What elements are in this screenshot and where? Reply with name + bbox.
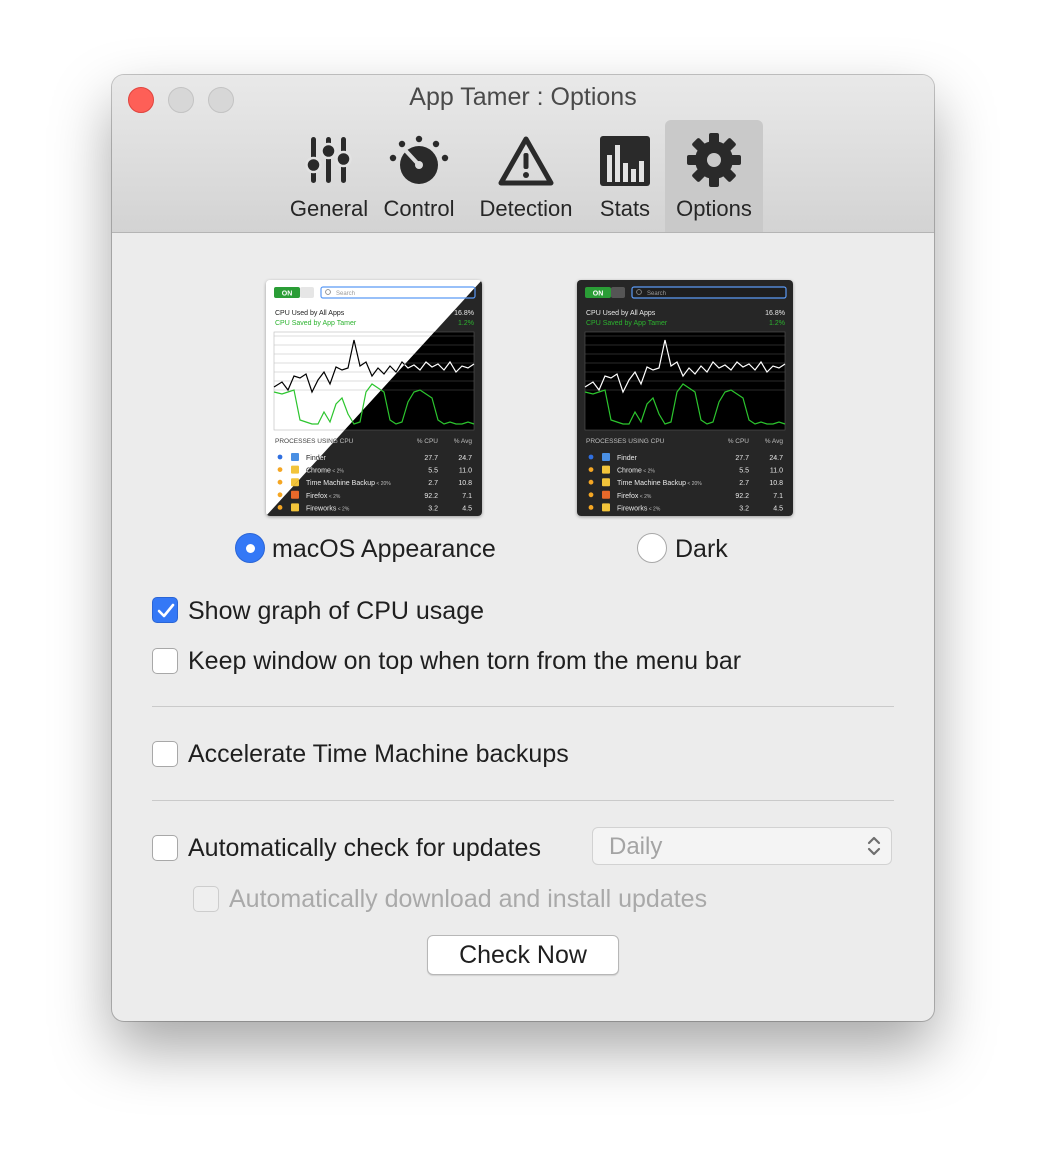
svg-text:Chrome < 2%: Chrome < 2%: [306, 468, 344, 475]
gear-icon: [687, 133, 741, 187]
svg-text:5.5: 5.5: [428, 468, 438, 475]
tab-stats[interactable]: Stats: [590, 121, 660, 231]
auto-download-label: Automatically download and install updat…: [229, 885, 708, 913]
svg-text:Search: Search: [336, 291, 355, 297]
svg-text:PROCESSES USING CPU: PROCESSES USING CPU: [586, 438, 665, 445]
svg-text:10.8: 10.8: [769, 480, 783, 487]
svg-text:4.5: 4.5: [773, 505, 783, 512]
svg-text:24.7: 24.7: [769, 455, 783, 462]
svg-text:% CPU: % CPU: [728, 438, 750, 445]
preview-macos-appearance[interactable]: ON Search CPU Used by All Apps 16.8% CPU…: [266, 280, 482, 516]
svg-text:1.2%: 1.2%: [458, 320, 474, 327]
svg-text:4.5: 4.5: [462, 505, 472, 512]
check-now-button[interactable]: Check Now: [427, 935, 619, 975]
preview-dark-image: ON Search CPU Used by All Apps 16.8% CPU…: [577, 280, 793, 516]
svg-text:CPU Used by All Apps: CPU Used by All Apps: [275, 310, 345, 317]
radio-dark-label[interactable]: Dark: [675, 535, 728, 564]
show-graph-label[interactable]: Show graph of CPU usage: [188, 597, 484, 626]
radio-dark[interactable]: [637, 533, 667, 563]
chevron-updown-icon: [867, 836, 881, 856]
svg-text:2.7: 2.7: [739, 480, 749, 487]
svg-text:1.2%: 1.2%: [769, 320, 785, 327]
svg-text:% Avg: % Avg: [454, 438, 473, 445]
svg-text:3.2: 3.2: [428, 505, 438, 512]
tab-control-label: Control: [383, 196, 455, 221]
svg-text:10.8: 10.8: [458, 480, 472, 487]
svg-text:92.2: 92.2: [735, 493, 749, 500]
tab-general-label: General: [289, 196, 369, 221]
tab-stats-label: Stats: [599, 196, 651, 221]
checkmark-icon: [157, 603, 175, 618]
svg-text:Fireworks < 2%: Fireworks < 2%: [306, 505, 350, 512]
preview-macos-image: ON Search CPU Used by All Apps 16.8% CPU…: [266, 280, 482, 516]
svg-text:27.7: 27.7: [424, 455, 438, 462]
gauge-icon: [389, 135, 449, 184]
svg-text:CPU Used by All Apps: CPU Used by All Apps: [586, 310, 656, 317]
svg-text:Finder: Finder: [617, 455, 638, 462]
svg-text:92.2: 92.2: [424, 493, 438, 500]
svg-text:11.0: 11.0: [770, 468, 783, 475]
auto-download-checkbox[interactable]: [193, 886, 219, 912]
svg-text:16.8%: 16.8%: [454, 310, 474, 317]
svg-text:24.7: 24.7: [458, 455, 472, 462]
accelerate-tm-checkbox[interactable]: [152, 741, 178, 767]
update-frequency-value: Daily: [609, 833, 663, 860]
svg-text:Time Machine Backup < 20%: Time Machine Backup < 20%: [306, 480, 391, 487]
svg-text:Firefox < 2%: Firefox < 2%: [306, 493, 341, 500]
tab-detection[interactable]: Detection: [470, 121, 582, 231]
svg-text:5.5: 5.5: [739, 468, 749, 475]
radio-macos-appearance-label[interactable]: macOS Appearance: [272, 535, 496, 564]
warning-icon: [498, 136, 554, 186]
svg-text:Fireworks < 2%: Fireworks < 2%: [617, 505, 661, 512]
svg-text:Chrome < 2%: Chrome < 2%: [617, 468, 655, 475]
keep-on-top-checkbox[interactable]: [152, 648, 178, 674]
svg-text:3.2: 3.2: [739, 505, 749, 512]
keep-on-top-label[interactable]: Keep window on top when torn from the me…: [188, 647, 741, 676]
sliders-icon: [305, 137, 352, 183]
svg-text:ON: ON: [282, 291, 293, 298]
svg-text:CPU Saved by App Tamer: CPU Saved by App Tamer: [586, 320, 668, 327]
auto-check-label[interactable]: Automatically check for updates: [188, 834, 541, 863]
title-bar: App Tamer : Options General Control Dete…: [112, 75, 934, 233]
svg-text:% CPU: % CPU: [417, 438, 439, 445]
tab-options[interactable]: Options: [665, 120, 763, 232]
svg-text:2.7: 2.7: [428, 480, 438, 487]
preview-dark[interactable]: ON Search CPU Used by All Apps 16.8% CPU…: [577, 280, 793, 516]
separator: [152, 706, 894, 707]
update-frequency-select[interactable]: Daily: [592, 827, 892, 865]
svg-text:CPU Saved by App Tamer: CPU Saved by App Tamer: [275, 320, 357, 327]
svg-text:Time Machine Backup < 20%: Time Machine Backup < 20%: [617, 480, 702, 487]
svg-text:7.1: 7.1: [462, 493, 472, 500]
separator: [152, 800, 894, 801]
show-graph-checkbox[interactable]: [152, 597, 178, 623]
accelerate-tm-label[interactable]: Accelerate Time Machine backups: [188, 740, 569, 769]
svg-text:11.0: 11.0: [459, 468, 472, 475]
auto-check-checkbox[interactable]: [152, 835, 178, 861]
svg-text:% Avg: % Avg: [765, 438, 784, 445]
svg-text:27.7: 27.7: [735, 455, 749, 462]
bar-chart-icon: [600, 136, 650, 186]
window-title: App Tamer : Options: [409, 83, 637, 111]
svg-text:7.1: 7.1: [773, 493, 783, 500]
svg-text:Firefox < 2%: Firefox < 2%: [617, 493, 652, 500]
radio-macos-appearance[interactable]: [235, 533, 265, 563]
tab-detection-label: Detection: [479, 196, 573, 221]
svg-text:ON: ON: [593, 291, 604, 298]
options-window: App Tamer : Options General Control Dete…: [112, 75, 934, 1021]
tab-general[interactable]: General: [278, 121, 380, 231]
tab-control[interactable]: Control: [378, 121, 460, 231]
tab-options-label: Options: [676, 196, 752, 221]
svg-text:Search: Search: [647, 291, 666, 297]
svg-text:16.8%: 16.8%: [765, 310, 785, 317]
